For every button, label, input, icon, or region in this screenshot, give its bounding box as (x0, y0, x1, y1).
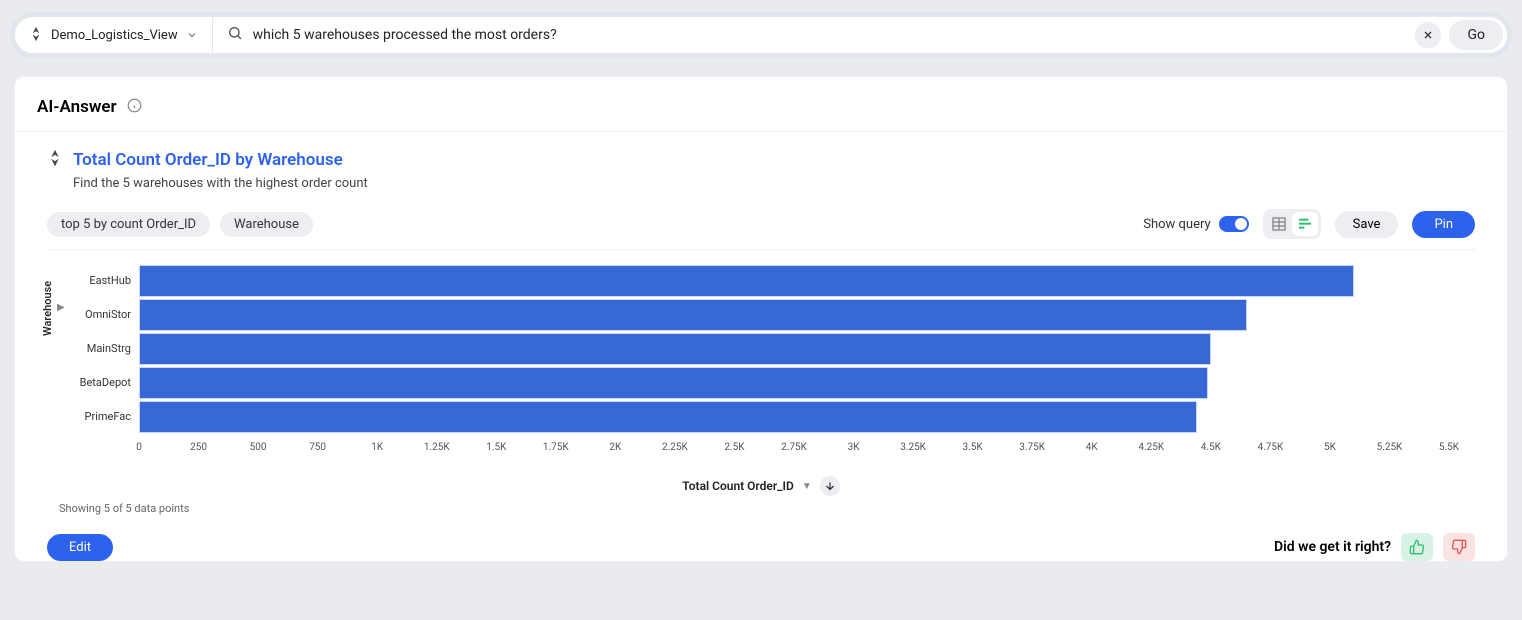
bar-category-label: MainStrg (87, 342, 131, 355)
chart-view-option[interactable] (1292, 212, 1318, 236)
bar-row: OmniStor (139, 298, 1449, 332)
chart-title-link[interactable]: Total Count Order_ID by Warehouse (73, 150, 343, 170)
x-tick-label: 2.5K (724, 442, 744, 453)
save-button[interactable]: Save (1335, 211, 1399, 238)
bar-row: BetaDepot (139, 366, 1449, 400)
bar-row: MainStrg (139, 332, 1449, 366)
x-tick-label: 4.5K (1201, 442, 1221, 453)
x-tick-label: 2K (609, 442, 621, 453)
x-tick-label: 1.5K (486, 442, 506, 453)
expand-icon[interactable]: ▶ (57, 302, 65, 313)
bar-fill[interactable] (139, 367, 1208, 399)
sparkle-icon (47, 150, 63, 170)
x-tick-label: 3K (848, 442, 860, 453)
x-axis-label: Total Count Order_ID (682, 479, 794, 493)
x-tick-label: 5.5K (1439, 442, 1459, 453)
x-tick-label: 5.25K (1377, 442, 1403, 453)
x-tick-label: 3.5K (963, 442, 983, 453)
answer-title-row: Total Count Order_ID by Warehouse (47, 150, 1475, 170)
card-title: AI-Answer (37, 97, 117, 117)
card-content: Total Count Order_ID by Warehouse Find t… (15, 150, 1507, 529)
chips-row: top 5 by count Order_ID Warehouse Show q… (47, 209, 1475, 239)
bar-category-label: BetaDepot (80, 376, 131, 389)
filter-chip[interactable]: top 5 by count Order_ID (47, 212, 210, 237)
x-tick-label: 5K (1324, 442, 1336, 453)
dropdown-icon[interactable]: ▼ (802, 481, 812, 492)
chart-subtitle: Find the 5 warehouses with the highest o… (73, 176, 1475, 191)
bar-category-label: PrimeFac (85, 410, 131, 423)
bar-fill[interactable] (139, 299, 1247, 331)
bar-row: EastHub (139, 264, 1449, 298)
bar-fill[interactable] (139, 333, 1211, 365)
x-tick-label: 750 (309, 442, 326, 453)
x-tick-label: 1K (371, 442, 383, 453)
bar-category-label: EastHub (89, 274, 131, 287)
worksheet-icon (29, 26, 43, 45)
toggle-switch[interactable] (1219, 216, 1249, 232)
right-controls: Show query Save Pin (1143, 209, 1475, 239)
search-input[interactable] (253, 27, 1416, 43)
table-view-option[interactable] (1266, 212, 1292, 236)
data-point-note: Showing 5 of 5 data points (59, 502, 1475, 515)
chevron-down-icon (186, 26, 198, 45)
x-tick-label: 1.25K (424, 442, 450, 453)
source-name: Demo_Logistics_View (51, 28, 178, 43)
x-tick-label: 500 (250, 442, 267, 453)
x-tick-label: 0 (136, 442, 142, 453)
x-tick-label: 2.25K (662, 442, 688, 453)
search-bar: Demo_Logistics_View Go (14, 16, 1508, 54)
feedback-prompt: Did we get it right? (1274, 539, 1391, 555)
x-tick-label: 4.75K (1257, 442, 1283, 453)
viz-type-switch (1263, 209, 1321, 239)
source-selector[interactable]: Demo_Logistics_View (15, 17, 213, 53)
thumbs-down-button[interactable] (1443, 533, 1475, 561)
card-footer: Edit Did we get it right? (47, 533, 1475, 561)
thumbs-up-button[interactable] (1401, 533, 1433, 561)
sort-button[interactable] (820, 476, 840, 496)
show-query-toggle: Show query (1143, 216, 1248, 232)
pin-button[interactable]: Pin (1412, 211, 1475, 238)
y-axis-label: Warehouse (41, 281, 54, 336)
feedback-section: Did we get it right? (1274, 533, 1475, 561)
edit-button[interactable]: Edit (47, 534, 113, 561)
x-tick-label: 250 (190, 442, 207, 453)
bars-container: EastHubOmniStorMainStrgBetaDepotPrimeFac (139, 264, 1449, 434)
filter-chip[interactable]: Warehouse (220, 212, 313, 237)
card-header: AI-Answer (15, 77, 1507, 132)
bar-category-label: OmniStor (85, 308, 131, 321)
bar-row: PrimeFac (139, 400, 1449, 434)
search-icon (227, 25, 243, 45)
answer-card: AI-Answer Total Count Order_ID by Wareho… (14, 76, 1508, 562)
x-tick-label: 2.75K (781, 442, 807, 453)
chart-area: Warehouse ▶ EastHubOmniStorMainStrgBetaD… (47, 249, 1475, 515)
x-tick-label: 1.75K (543, 442, 569, 453)
bar-fill[interactable] (139, 401, 1197, 433)
bar-fill[interactable] (139, 265, 1354, 297)
chips-container: top 5 by count Order_ID Warehouse (47, 212, 313, 237)
go-button[interactable]: Go (1449, 20, 1503, 50)
show-query-label: Show query (1143, 217, 1210, 232)
x-tick-label: 4.25K (1138, 442, 1164, 453)
clear-button[interactable] (1415, 22, 1441, 48)
x-tick-label: 3.25K (900, 442, 926, 453)
x-axis: 0 250 500 750 1K 1.25K 1.5K 1.75K 2K 2.25K 2.5K 2.7… (139, 442, 1449, 456)
x-tick-label: 3.75K (1019, 442, 1045, 453)
x-tick-label: 4K (1086, 442, 1098, 453)
x-axis-label-row: Total Count Order_ID ▼ (47, 476, 1475, 496)
info-icon[interactable] (127, 98, 142, 117)
